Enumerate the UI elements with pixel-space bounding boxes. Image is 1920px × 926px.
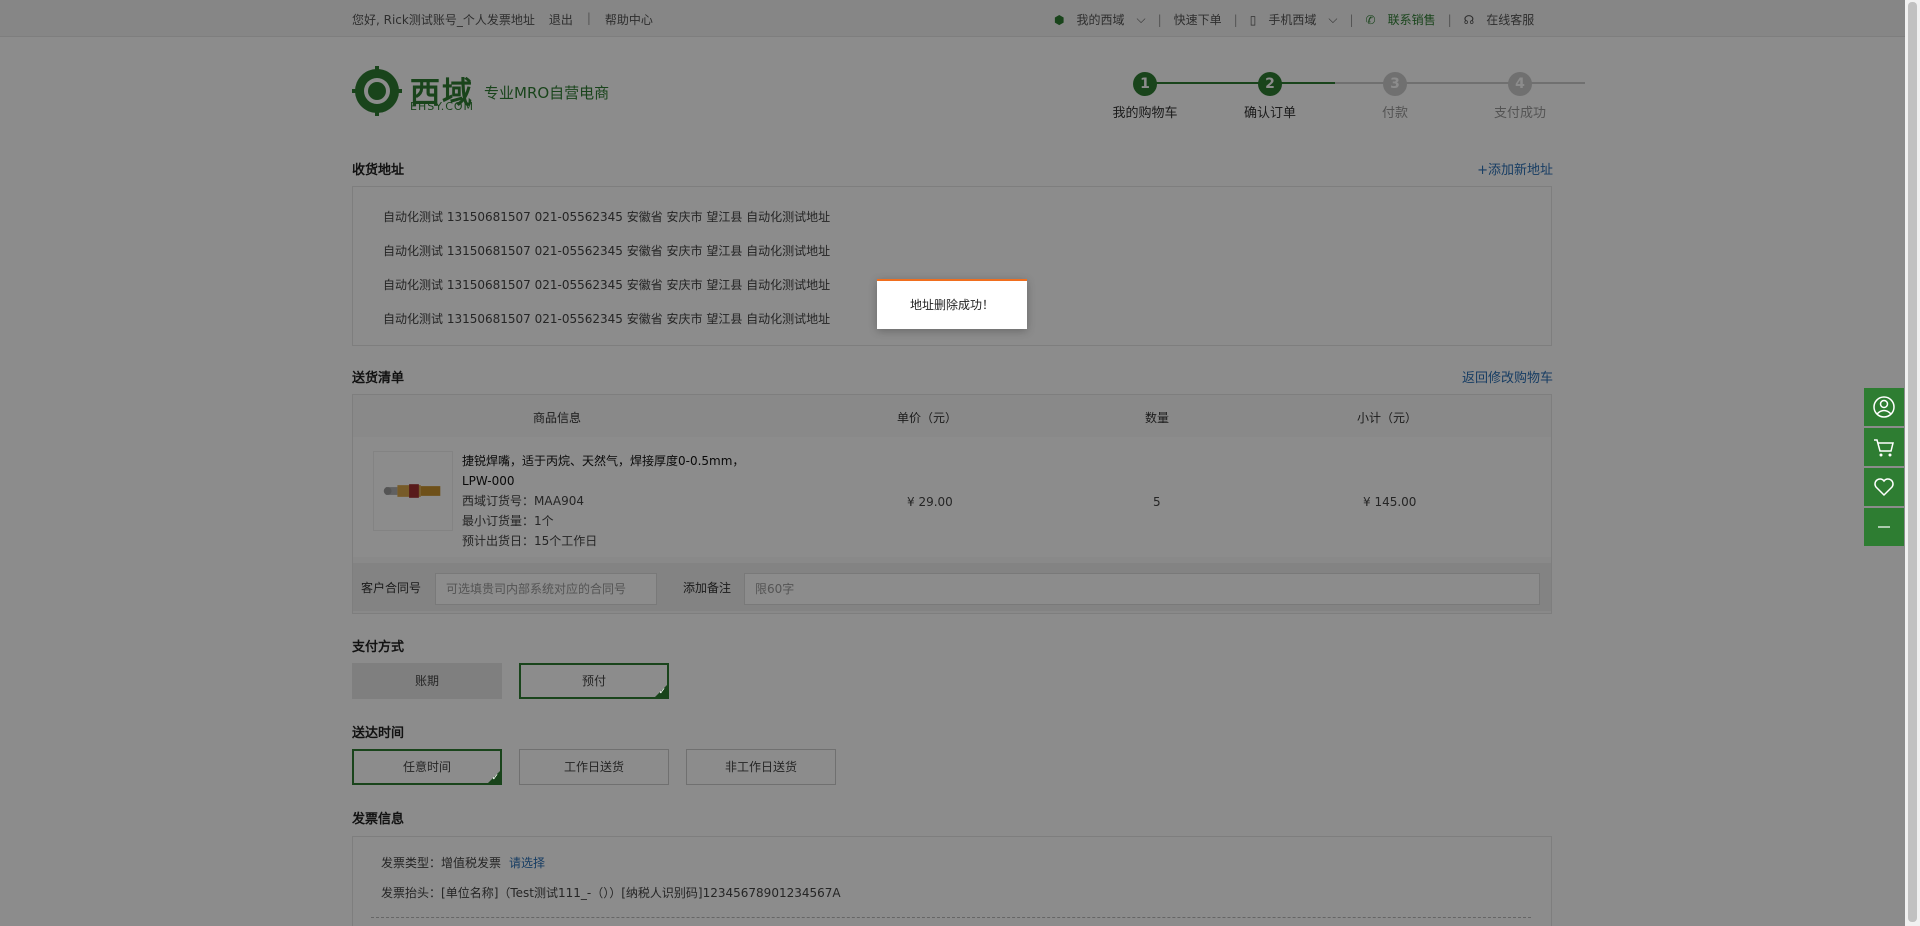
more-icon bbox=[1878, 526, 1890, 528]
check-icon: ✓ bbox=[658, 687, 666, 697]
user-icon bbox=[1873, 396, 1895, 418]
side-cart-button[interactable] bbox=[1864, 428, 1904, 466]
side-user-button[interactable] bbox=[1864, 388, 1904, 426]
side-favorite-button[interactable] bbox=[1864, 468, 1904, 506]
side-more-button[interactable] bbox=[1864, 508, 1904, 546]
check-icon: ✓ bbox=[491, 773, 499, 783]
heart-icon bbox=[1874, 478, 1894, 497]
toast-message: 地址删除成功！ bbox=[877, 279, 1027, 329]
scrollbar[interactable] bbox=[1905, 0, 1920, 926]
modal-overlay[interactable] bbox=[0, 0, 1905, 926]
cart-icon bbox=[1874, 439, 1894, 457]
scrollbar-thumb[interactable] bbox=[1908, 2, 1917, 922]
side-toolbar bbox=[1864, 388, 1904, 548]
